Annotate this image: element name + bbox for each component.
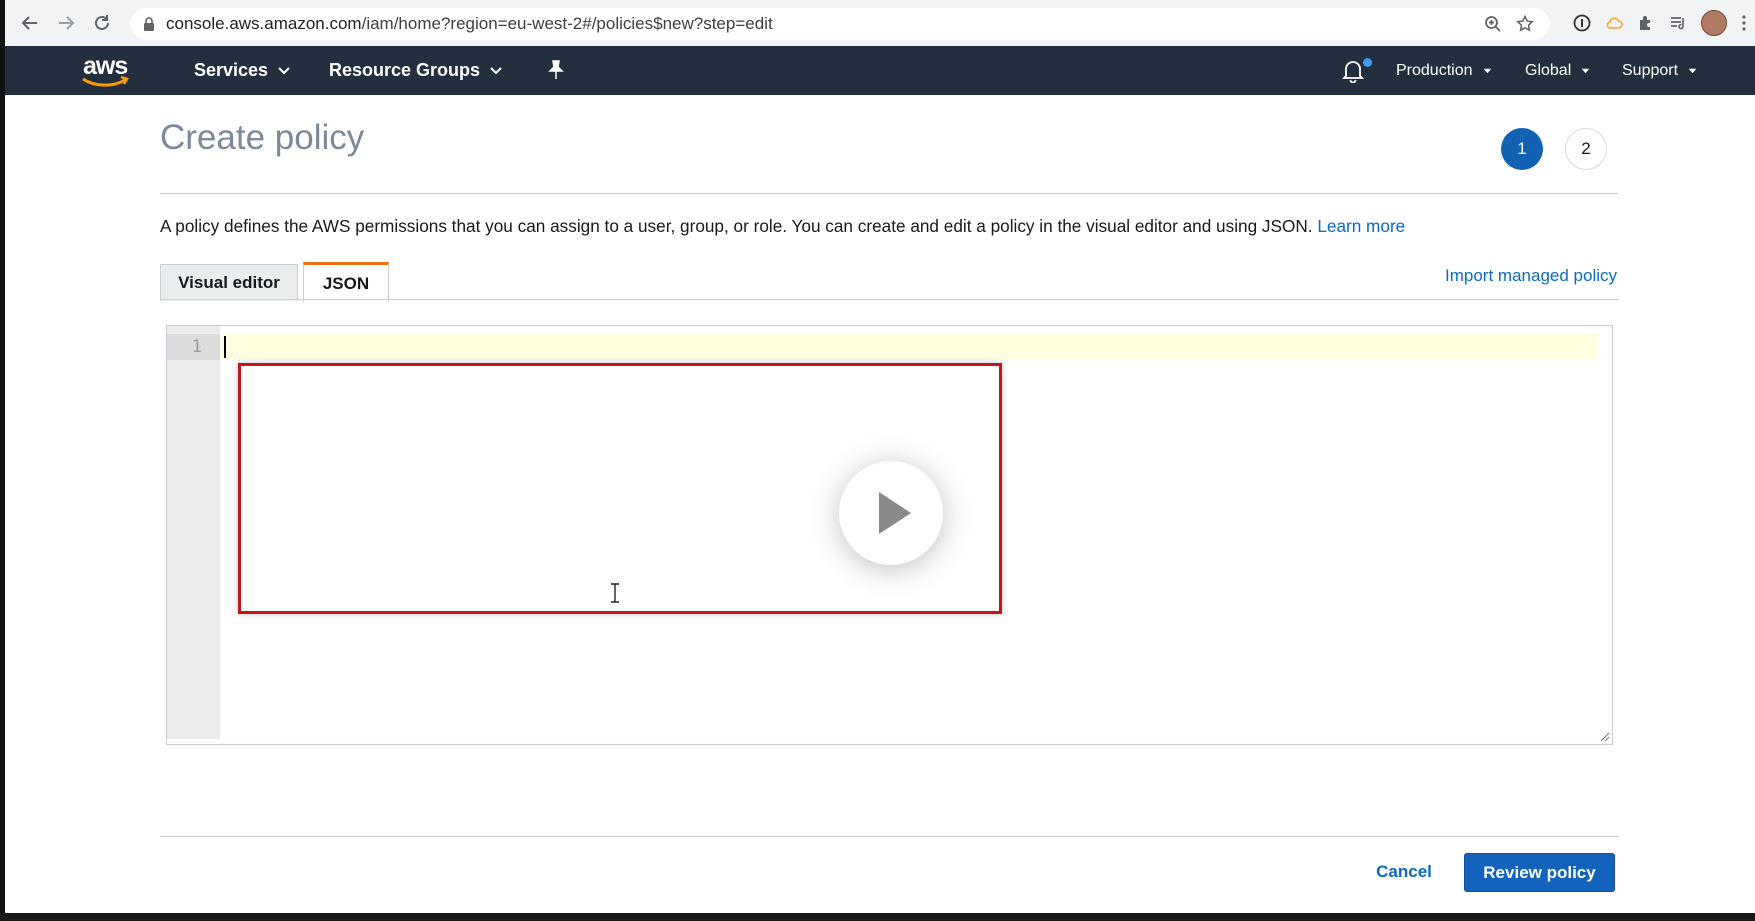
video-overlay[interactable] (238, 363, 1002, 614)
divider (160, 193, 1618, 194)
window-edge-bottom (0, 913, 1755, 921)
tabs-divider (160, 299, 1618, 300)
reload-icon (95, 15, 109, 30)
support-menu[interactable]: Support (1622, 46, 1697, 95)
play-icon (879, 492, 911, 534)
zoom-icon[interactable] (1484, 15, 1502, 33)
import-managed-policy-link[interactable]: Import managed policy (1445, 266, 1617, 286)
address-bar[interactable]: console.aws.amazon.com/iam/home?region=e… (130, 8, 1550, 40)
cloud-icon[interactable] (1605, 14, 1623, 32)
intro-description: A policy defines the AWS permissions tha… (160, 216, 1406, 236)
chevron-down-icon (278, 66, 290, 74)
url-text: console.aws.amazon.com/iam/home?region=e… (166, 14, 773, 33)
extensions-puzzle-icon[interactable] (1637, 14, 1655, 32)
active-line-highlight (222, 334, 1597, 360)
footer-divider (160, 836, 1618, 837)
play-button[interactable] (839, 461, 943, 565)
notifications-button[interactable] (1341, 58, 1372, 84)
star-icon[interactable] (1516, 15, 1534, 33)
caret-down-icon (1582, 68, 1590, 73)
arrow-right-icon (59, 16, 75, 30)
profile-avatar[interactable] (1701, 10, 1727, 36)
lock-icon (144, 17, 154, 31)
aws-logo[interactable]: aws (79, 52, 131, 88)
ibeam-cursor-icon (611, 583, 619, 603)
caret-down-icon (1483, 68, 1491, 73)
review-policy-button[interactable]: Review policy (1464, 853, 1615, 892)
tab-visual-editor[interactable]: Visual editor (160, 264, 298, 301)
account-menu[interactable]: Production (1396, 46, 1492, 95)
arrow-left-icon (21, 16, 37, 30)
media-queue-icon[interactable] (1669, 14, 1687, 32)
step-indicator-2: 2 (1565, 128, 1607, 170)
page-title: Create policy (160, 118, 365, 157)
services-menu[interactable]: Services (194, 46, 290, 95)
password-manager-icon[interactable] (1573, 14, 1591, 32)
tab-json[interactable]: JSON (303, 262, 389, 302)
text-cursor (224, 336, 226, 358)
chevron-down-icon (490, 66, 502, 74)
line-number: 1 (167, 334, 220, 360)
aws-smile-icon (82, 76, 129, 87)
back-button[interactable] (13, 6, 47, 40)
notification-badge (1363, 58, 1372, 67)
caret-down-icon (1688, 68, 1697, 73)
forward-button[interactable] (49, 6, 83, 40)
browser-toolbar: console.aws.amazon.com/iam/home?region=e… (5, 0, 1755, 46)
resize-handle-icon[interactable] (1600, 732, 1610, 742)
editor-gutter (167, 326, 220, 739)
bell-icon (1341, 61, 1365, 84)
resource-groups-menu[interactable]: Resource Groups (329, 46, 502, 95)
reload-button[interactable] (85, 6, 119, 40)
learn-more-link[interactable]: Learn more (1317, 216, 1405, 236)
aws-console-header: aws Services Resource Groups Production … (5, 46, 1755, 95)
window-edge (0, 0, 5, 921)
kebab-menu-icon[interactable] (1741, 14, 1747, 32)
pin-icon[interactable] (547, 60, 565, 80)
step-indicator-1: 1 (1501, 128, 1543, 170)
cancel-button[interactable]: Cancel (1362, 854, 1446, 890)
region-menu[interactable]: Global (1525, 46, 1590, 95)
